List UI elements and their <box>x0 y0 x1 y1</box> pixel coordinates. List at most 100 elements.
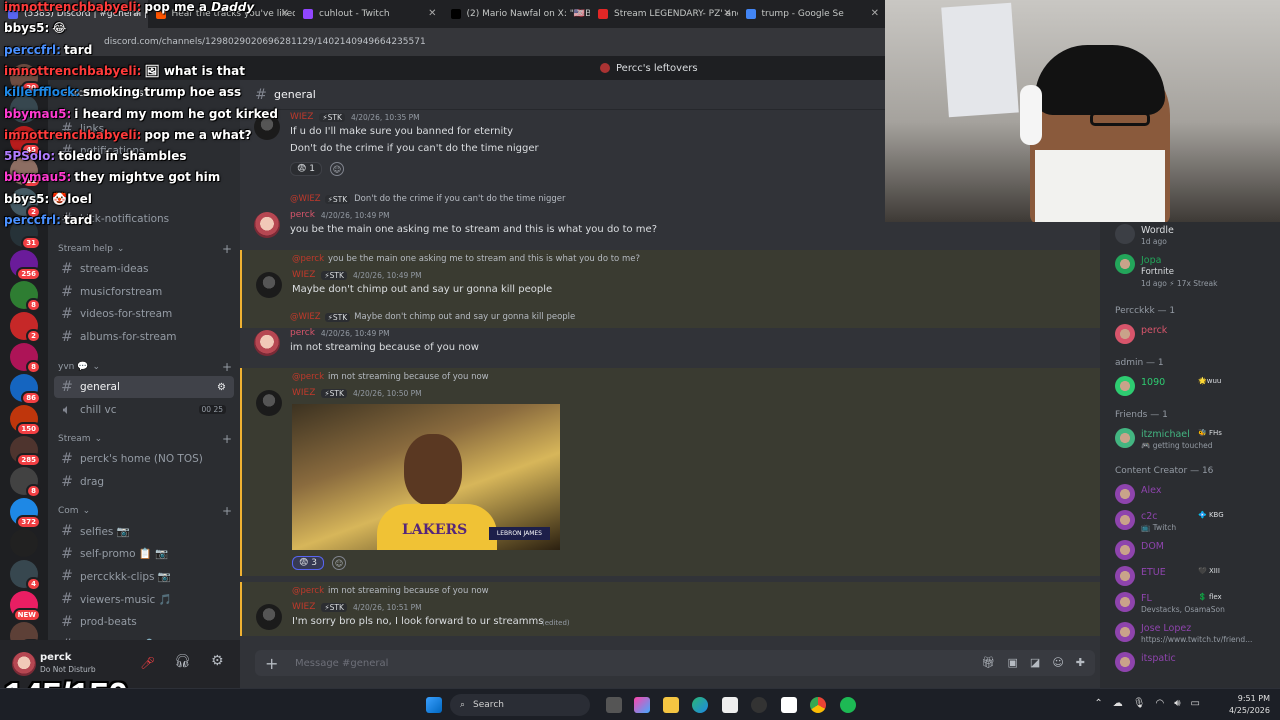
member-item[interactable]: Jopa Fortnite 1d ago ⚡ 17x Streak <box>1115 252 1275 288</box>
member-item[interactable]: c2c 💠 KBG 📺 Twitch <box>1115 508 1275 534</box>
avatar[interactable] <box>1115 566 1135 586</box>
reply-preview[interactable]: @WIEZ ⚡STK Don't do the crime if you can't… <box>290 194 565 204</box>
server-icon[interactable]: 31 <box>10 219 41 250</box>
channel-category[interactable]: yvn 💬 ⌄ <box>58 362 100 372</box>
server-icon[interactable]: 150 <box>10 405 41 436</box>
browser-tab[interactable]: (2) Mario Nawfal on X: "🇺🇸B ✕ <box>443 0 590 28</box>
add-reaction-icon[interactable]: ☺ <box>329 162 344 176</box>
server-icon[interactable]: 8 <box>10 467 41 498</box>
gift-icon[interactable]: 🎁︎ <box>982 656 996 669</box>
store-icon[interactable] <box>722 697 738 713</box>
avatar[interactable] <box>254 330 280 356</box>
avatar[interactable] <box>1115 540 1135 560</box>
headphones-icon[interactable]: 🎧︎ <box>174 654 191 669</box>
message-author[interactable]: perck <box>290 210 315 220</box>
capcut-icon[interactable] <box>781 697 797 713</box>
server-icon[interactable]: 45 <box>10 126 41 157</box>
server-icon[interactable]: 256 <box>10 250 41 281</box>
emoji-icon[interactable]: ☺ <box>1052 656 1063 669</box>
member-item[interactable]: Wordle 1d ago <box>1115 222 1275 248</box>
chrome-icon[interactable] <box>810 697 826 713</box>
reply-preview[interactable]: @perck im not streaming because of you no… <box>292 372 489 382</box>
volume-icon[interactable]: 🔊︎ <box>1174 698 1180 709</box>
server-icon[interactable]: 20 <box>10 64 41 95</box>
member-item[interactable]: Alex <box>1115 482 1275 508</box>
avatar[interactable] <box>256 390 282 416</box>
add-channel-icon[interactable]: + <box>222 432 232 446</box>
task-view-icon[interactable] <box>606 697 622 713</box>
reply-preview[interactable]: @WIEZ ⚡STK Maybe don't chimp out and say u… <box>290 312 575 322</box>
message-author[interactable]: WIEZ <box>292 602 315 612</box>
avatar[interactable] <box>1115 224 1135 244</box>
add-channel-icon[interactable]: + <box>222 360 232 374</box>
file-explorer-icon[interactable] <box>663 697 679 713</box>
edge-icon[interactable] <box>692 697 708 713</box>
close-icon[interactable]: ✕ <box>723 8 731 19</box>
sidebar-channel-chill-vc[interactable]: 🔈︎ chill vc 00 25 <box>54 399 234 421</box>
gif-icon[interactable]: ▣ <box>1008 656 1018 669</box>
server-icon[interactable]: 86 <box>10 374 41 405</box>
server-icon[interactable]: 372 <box>10 498 41 529</box>
sidebar-channel-videos-for-stream[interactable]: # videos-for-stream <box>54 303 234 325</box>
sidebar-channel-drag[interactable]: # drag <box>54 471 234 493</box>
obs-icon[interactable] <box>751 697 767 713</box>
sidebar-channel-percckkk-clips[interactable]: # percckkk-clips 📷 <box>54 565 234 587</box>
reaction-pill[interactable]: 😨 1 <box>290 162 322 176</box>
avatar[interactable] <box>1115 324 1135 344</box>
sidebar-channel-prod-beats[interactable]: # prod-beats <box>54 611 234 633</box>
sidebar-channel-viewers-music[interactable]: # viewers-music 🎵 <box>54 588 234 610</box>
avatar[interactable] <box>1115 254 1135 274</box>
taskbar-search[interactable]: ⌕ Search <box>450 694 590 716</box>
member-item[interactable]: itzmichael 🐝 FHs 🎮 getting touched <box>1115 426 1275 452</box>
mute-icon[interactable]: 🎤︎ <box>140 656 155 670</box>
sidebar-channel[interactable]: # notifications <box>54 140 234 162</box>
server-name-header[interactable]: Percc's leftovers <box>62 88 144 99</box>
member-item[interactable]: Jose Lopez https://www.twitch.tv/friend..… <box>1115 620 1275 646</box>
reply-preview[interactable]: @perck im not streaming because of you no… <box>292 586 489 596</box>
avatar[interactable] <box>1115 484 1135 504</box>
gif-embed[interactable]: LAKERS LEBRON JAMES <box>292 404 560 550</box>
add-channel-icon[interactable]: + <box>222 242 232 256</box>
close-icon[interactable]: ✕ <box>281 8 289 19</box>
channel-category[interactable]: Stream ⌄ <box>58 434 102 444</box>
spotify-icon[interactable] <box>840 697 856 713</box>
close-icon[interactable]: ✕ <box>871 8 879 19</box>
add-reaction-icon[interactable]: ☺ <box>331 556 346 570</box>
channel-category[interactable]: Stream help ⌄ <box>58 244 124 254</box>
avatar[interactable] <box>1115 652 1135 672</box>
member-item[interactable]: DOM <box>1115 538 1275 564</box>
server-icon[interactable]: 2 <box>10 312 41 343</box>
sidebar-channel-stream-ideas[interactable]: # stream-ideas <box>54 258 234 280</box>
wifi-icon[interactable]: ◠ <box>1156 698 1165 709</box>
onedrive-icon[interactable]: ☁ <box>1113 698 1123 709</box>
sidebar-channel[interactable]: # links <box>54 118 234 140</box>
sticker-icon[interactable]: ◪ <box>1030 656 1040 669</box>
close-icon[interactable]: ✕ <box>576 8 584 19</box>
close-icon[interactable]: ✕ <box>428 8 436 19</box>
avatar[interactable] <box>1115 592 1135 612</box>
server-icon[interactable] <box>10 529 38 557</box>
message-author[interactable]: WIEZ <box>292 388 315 398</box>
apps-icon[interactable]: ✚ <box>1076 656 1085 669</box>
avatar[interactable] <box>254 114 280 140</box>
member-item[interactable]: perck <box>1115 322 1275 348</box>
sidebar-channel-self-promo[interactable]: # self-promo 📋 📷 <box>54 543 234 565</box>
avatar[interactable] <box>12 652 36 676</box>
server-icon[interactable]: 11 <box>10 157 41 188</box>
sidebar-channel[interactable]: # kick-notifications <box>54 208 234 230</box>
settings-icon[interactable]: ⚙ <box>217 382 226 393</box>
avatar[interactable] <box>1115 428 1135 448</box>
avatar[interactable] <box>256 272 282 298</box>
message-input[interactable]: Message #general <box>295 658 388 669</box>
url-text[interactable]: discord.com/channels/1298029020696281129… <box>104 37 426 47</box>
server-icon[interactable]: 8 <box>10 281 41 312</box>
windows-start-icon[interactable] <box>426 697 442 713</box>
sidebar-channel-general[interactable]: # general ⚙ <box>54 376 234 398</box>
browser-tab[interactable]: trump - Google Se ✕ <box>738 0 886 28</box>
member-item[interactable]: FL 💲 flex Devstacks, OsamaSon <box>1115 590 1275 616</box>
message-author[interactable]: perck <box>290 328 315 338</box>
browser-tab[interactable]: cuhlout - Twitch ✕ <box>295 0 443 28</box>
microphone-icon[interactable]: 🎙︎ <box>1133 698 1146 709</box>
browser-tab[interactable]: Hear the tracks you've liked: on✕ <box>148 0 295 28</box>
sidebar-channel-albums-for-stream[interactable]: # albums-for-stream <box>54 326 234 348</box>
